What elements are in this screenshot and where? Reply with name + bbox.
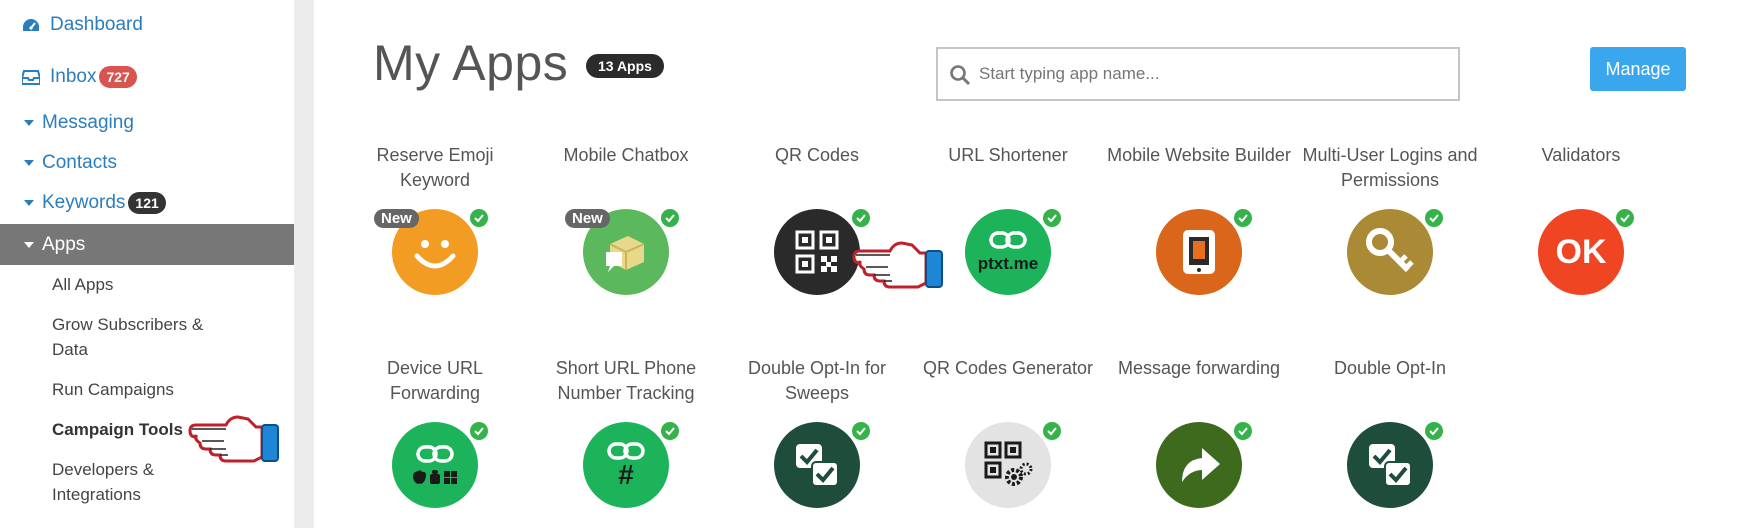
new-badge: New [565, 209, 610, 228]
link-icon-text: ptxt.me [977, 254, 1039, 273]
app-tile-short-url-phone-tracking[interactable]: Short URL Phone Number Tracking # [531, 356, 721, 526]
installed-check-icon [470, 209, 488, 227]
new-badge: New [374, 209, 419, 228]
installed-check-icon [661, 422, 679, 440]
installed-check-icon [1234, 209, 1252, 227]
ok-icon-text: OK [1555, 232, 1607, 271]
apps-count-badge: 13 Apps [586, 54, 664, 78]
app-label: URL Shortener [948, 145, 1068, 165]
caret-down-icon [24, 160, 34, 166]
dashboard-icon [22, 16, 40, 34]
installed-check-icon [1043, 422, 1061, 440]
nav-inbox-label: Inbox [50, 66, 97, 87]
nav-inbox[interactable]: Inbox 727 [22, 66, 137, 88]
installed-check-icon [661, 209, 679, 227]
app-label: Mobile Website Builder [1107, 145, 1291, 165]
qr-gears-icon [965, 422, 1051, 508]
app-label: Message forwarding [1117, 358, 1281, 378]
caret-down-icon [24, 120, 34, 126]
app-tile-mobile-website-builder[interactable]: Mobile Website Builder [1104, 143, 1294, 313]
app-tile-url-shortener[interactable]: URL Shortener ptxt.me [913, 143, 1103, 313]
app-label: QR Codes [774, 145, 860, 165]
app-label: Mobile Chatbox [563, 145, 689, 165]
key-icon [1347, 209, 1433, 295]
caret-down-icon [24, 200, 34, 206]
sub-item-all-apps[interactable]: All Apps [52, 272, 113, 297]
nav-dashboard-label: Dashboard [50, 14, 143, 35]
app-label: Validators [1541, 145, 1621, 165]
forward-arrow-icon [1156, 422, 1242, 508]
sub-item-grow-subscribers[interactable]: Grow Subscribers & Data [52, 312, 232, 362]
app-label: Short URL Phone Number Tracking [555, 358, 697, 403]
app-tile-reserve-emoji-keyword[interactable]: Reserve Emoji Keyword New [340, 143, 530, 313]
installed-check-icon [470, 422, 488, 440]
ok-icon: OK [1538, 209, 1624, 295]
double-check-icon [774, 422, 860, 508]
app-tile-message-forwarding[interactable]: Message forwarding [1104, 356, 1294, 526]
app-label: Reserve Emoji Keyword [376, 145, 494, 190]
app-tile-validators[interactable]: Validators OK [1486, 143, 1676, 313]
installed-check-icon [852, 422, 870, 440]
link-icon: ptxt.me [965, 209, 1051, 295]
app-tile-double-opt-in[interactable]: Double Opt-In [1295, 356, 1485, 526]
installed-check-icon [852, 209, 870, 227]
app-label: Double Opt-In for Sweeps [747, 358, 887, 403]
hash-icon-text: # [618, 459, 634, 490]
installed-check-icon [1043, 209, 1061, 227]
double-check-icon [1347, 422, 1433, 508]
nav-contacts-label: Contacts [42, 152, 117, 173]
app-label: Multi-User Logins and Permissions [1302, 145, 1478, 190]
inbox-count-badge: 727 [99, 66, 137, 88]
inbox-icon [22, 68, 40, 86]
nav-apps-label: Apps [42, 233, 86, 255]
search-icon [949, 64, 971, 91]
sub-item-campaign-tools[interactable]: Campaign Tools [52, 417, 183, 442]
nav-dashboard[interactable]: Dashboard [22, 14, 143, 36]
installed-check-icon [1616, 209, 1634, 227]
nav-messaging-label: Messaging [42, 112, 134, 133]
qr-code-icon [774, 209, 860, 295]
app-tile-multi-user-logins[interactable]: Multi-User Logins and Permissions [1295, 143, 1485, 313]
tablet-icon [1156, 209, 1242, 295]
nav-apps[interactable]: Apps [0, 224, 294, 265]
app-tile-double-opt-in-sweeps[interactable]: Double Opt-In for Sweeps [722, 356, 912, 526]
search-input[interactable] [977, 63, 1421, 85]
manage-button[interactable]: Manage [1590, 47, 1686, 91]
caret-down-icon [24, 241, 34, 248]
pointing-hand-icon [188, 415, 279, 463]
app-tile-device-url-forwarding[interactable]: Device URL Forwarding [340, 356, 530, 526]
hash-link-icon: # [583, 422, 669, 508]
app-tile-qr-codes-generator[interactable]: QR Codes Generator [913, 356, 1103, 526]
app-label: QR Codes Generator [922, 358, 1094, 378]
nav-keywords[interactable]: Keywords 121 [22, 192, 166, 214]
device-link-icon [392, 422, 478, 508]
nav-keywords-label: Keywords [42, 192, 126, 213]
installed-check-icon [1234, 422, 1252, 440]
app-label: Device URL Forwarding [386, 358, 484, 403]
installed-check-icon [1425, 209, 1443, 227]
page-title: My Apps [373, 35, 569, 91]
sub-item-run-campaigns[interactable]: Run Campaigns [52, 377, 174, 402]
app-tile-mobile-chatbox[interactable]: Mobile Chatbox New [531, 143, 721, 313]
keywords-count-badge: 121 [128, 192, 166, 214]
app-label: Double Opt-In [1333, 358, 1447, 378]
search-box[interactable] [936, 47, 1460, 101]
sidebar-divider [294, 0, 314, 528]
nav-contacts[interactable]: Contacts [22, 152, 117, 174]
nav-messaging[interactable]: Messaging [22, 112, 134, 134]
installed-check-icon [1425, 422, 1443, 440]
